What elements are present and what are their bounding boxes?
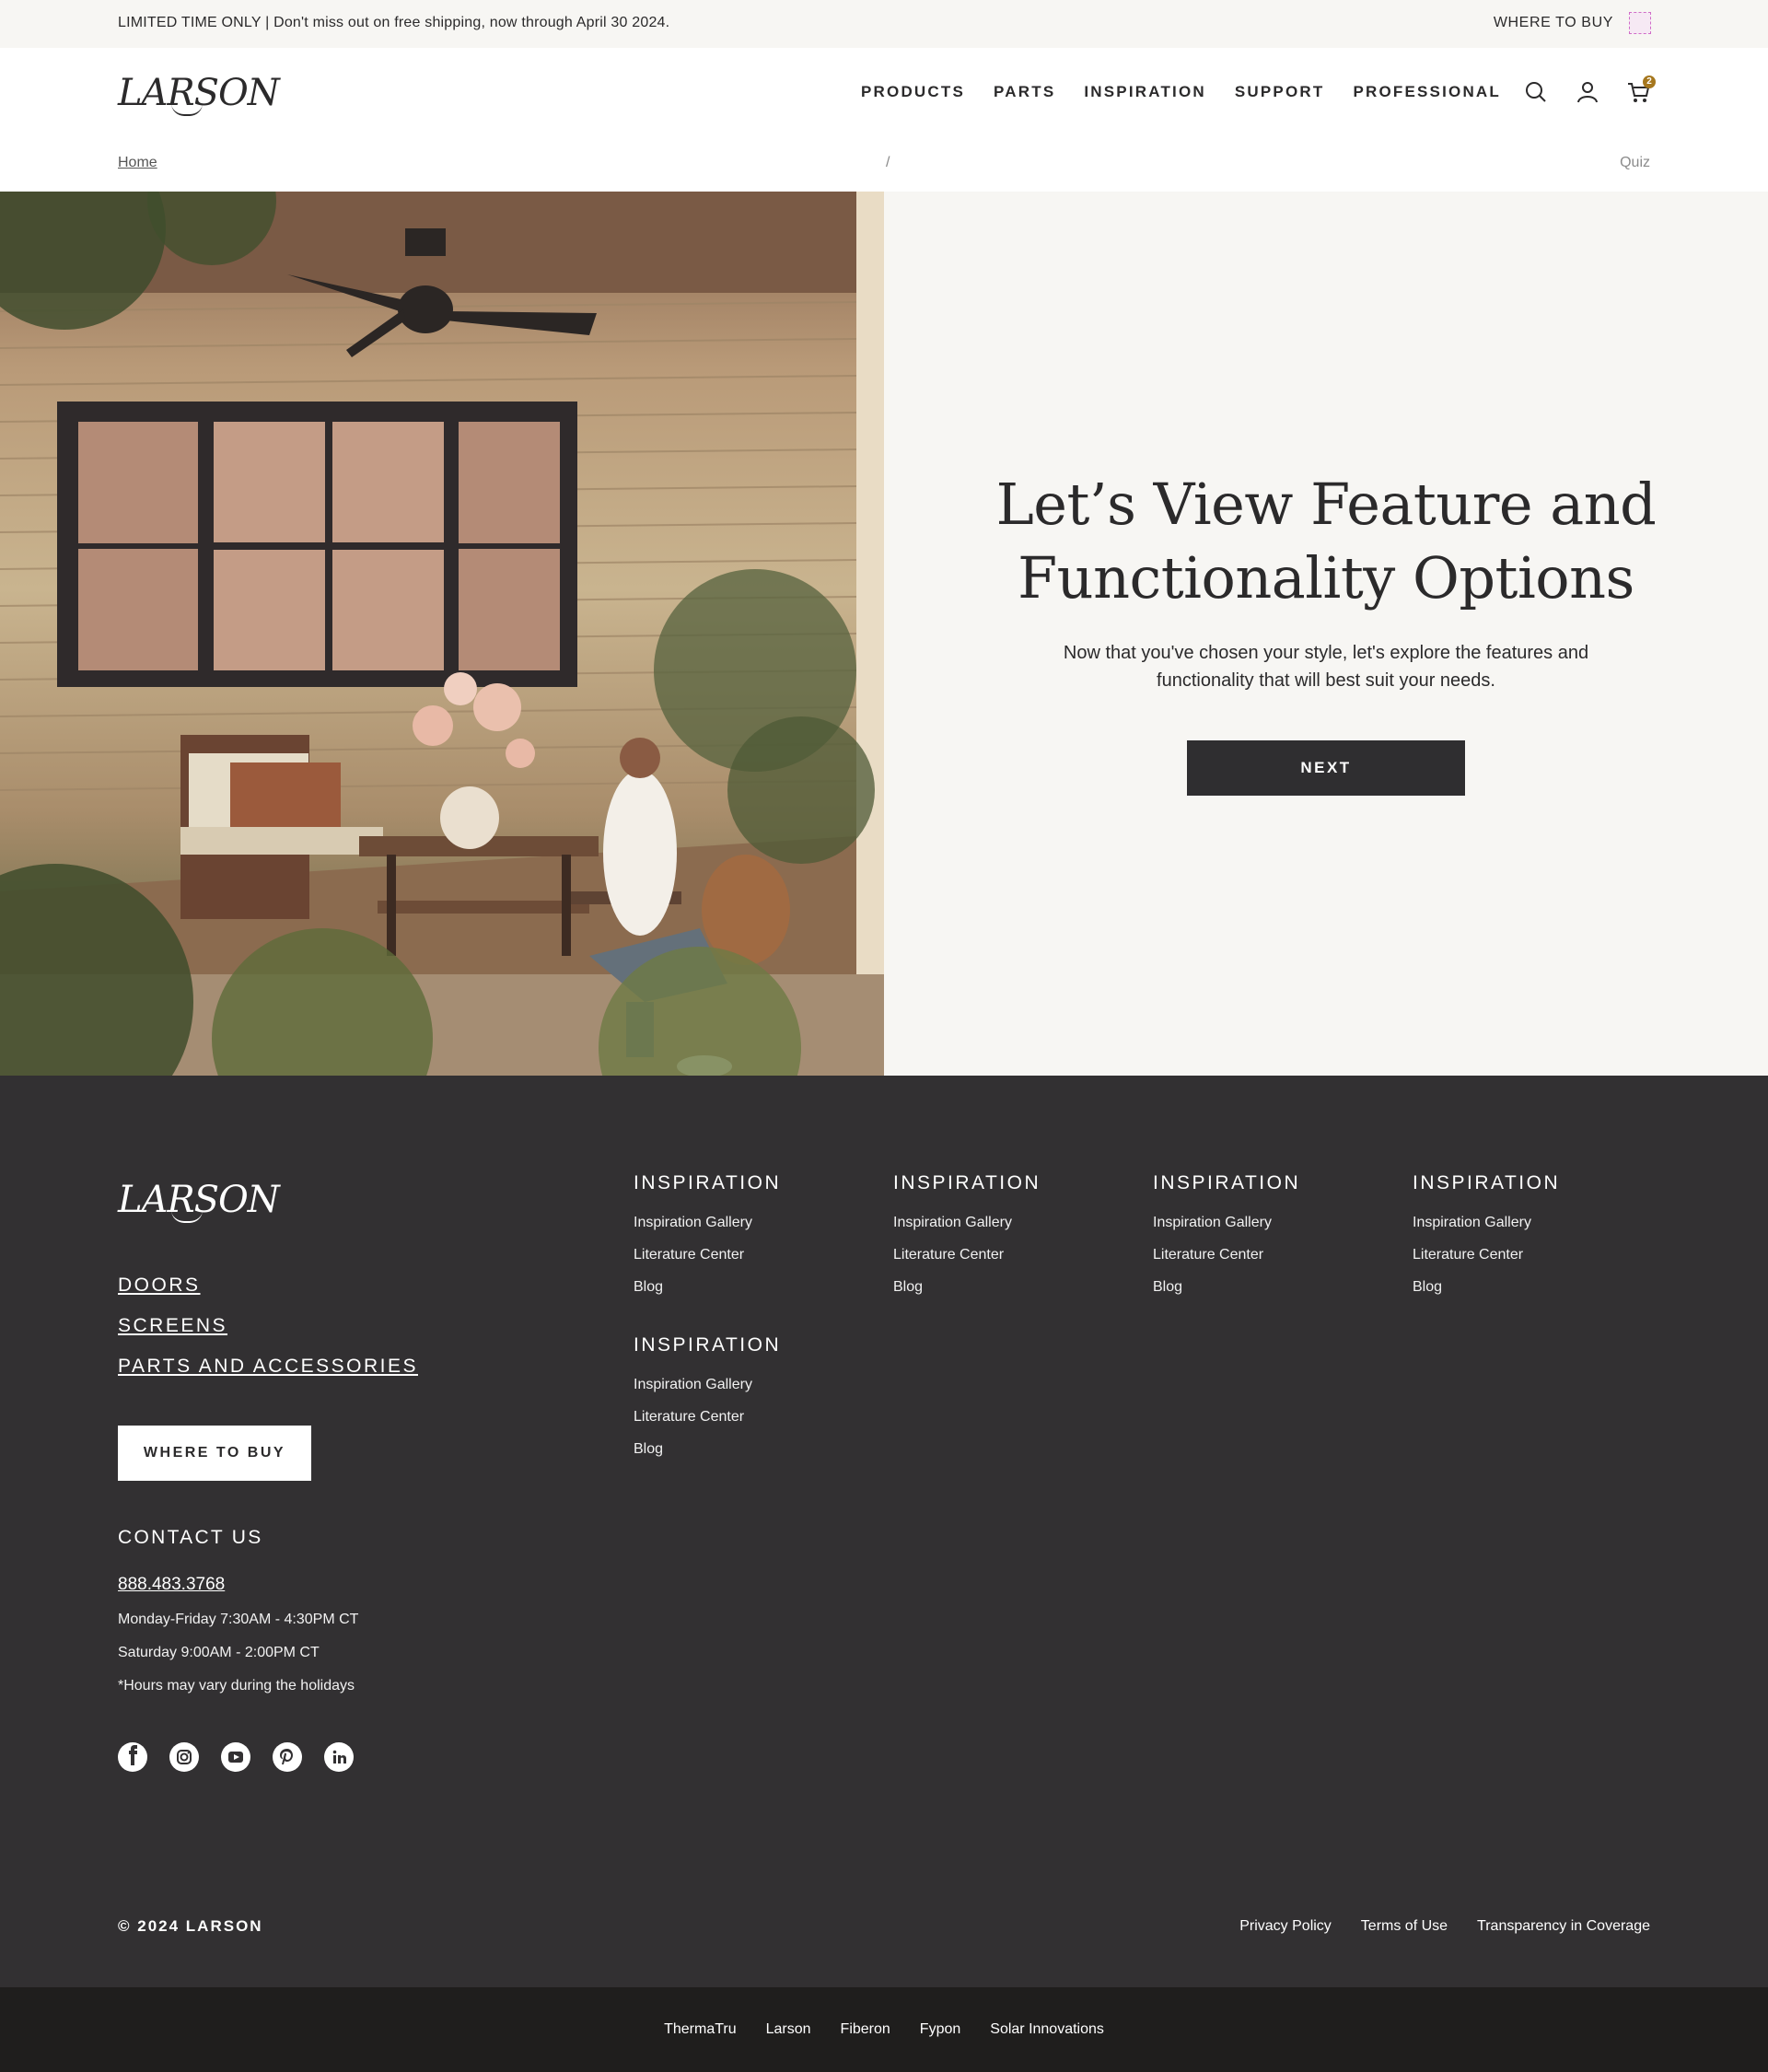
footer-where-to-buy-button[interactable]: WHERE TO BUY [118,1426,311,1481]
breadcrumb: Home / Quiz [0,140,1768,192]
brand-link-solar-innovations[interactable]: Solar Innovations [990,2021,1104,2038]
footer-column-heading: INSPIRATION [634,1172,782,1193]
search-icon[interactable] [1523,79,1549,105]
site-header: LARSON PRODUCTS PARTS INSPIRATION SUPPOR… [0,48,1768,140]
hours-weekday: Monday-Friday 7:30AM - 4:30PM CT [118,1612,359,1627]
privacy-policy-link[interactable]: Privacy Policy [1239,1918,1332,1935]
footer-column-heading: INSPIRATION [634,1334,782,1356]
larson-logo[interactable]: LARSON [118,72,280,116]
linkedin-icon[interactable] [324,1742,354,1772]
footer-link-literature-center[interactable]: Literature Center [1153,1247,1300,1263]
cart-count-badge: 2 [1643,76,1656,88]
footer-column-2: INSPIRATION Inspiration Gallery Literatu… [893,1172,1041,1311]
hours-note: *Hours may vary during the holidays [118,1678,355,1694]
social-links [118,1742,376,1772]
promo-where-to-buy-link[interactable]: WHERE TO BUY [1494,15,1613,31]
transparency-link[interactable]: Transparency in Coverage [1477,1918,1650,1935]
brand-link-thermatru[interactable]: ThermaTru [664,2021,737,2038]
pinterest-icon[interactable] [273,1742,302,1772]
hours-saturday: Saturday 9:00AM - 2:00PM CT [118,1645,320,1660]
promo-bar: LIMITED TIME ONLY | Don't miss out on fr… [0,0,1768,48]
footer-link-blog[interactable]: Blog [1413,1279,1560,1296]
footer-link-literature-center[interactable]: Literature Center [634,1409,781,1426]
footer-link-blog[interactable]: Blog [634,1441,781,1458]
footer-link-blog[interactable]: Blog [1153,1279,1300,1296]
main-nav: PRODUCTS PARTS INSPIRATION SUPPORT PROFE… [861,83,1501,101]
footer-link-literature-center[interactable]: Literature Center [893,1247,1041,1263]
hero-title: Let’s View Feature and Functionality Opt… [884,468,1768,615]
footer-column-heading: INSPIRATION [893,1172,1041,1193]
hero-subtitle: Now that you've chosen your style, let's… [1063,643,1589,691]
brand-bar: ThermaTru Larson Fiberon Fypon Solar Inn… [0,1987,1768,2072]
footer-column-3: INSPIRATION Inspiration Gallery Literatu… [1153,1172,1300,1311]
breadcrumb-separator: / [886,155,890,170]
nav-professional[interactable]: PROFESSIONAL [1353,83,1501,101]
footer-link-inspiration-gallery[interactable]: Inspiration Gallery [634,1215,781,1231]
hero-title-line-2: Functionality Options [1018,544,1634,611]
footer-link-inspiration-gallery[interactable]: Inspiration Gallery [893,1215,1041,1231]
terms-of-use-link[interactable]: Terms of Use [1361,1918,1448,1935]
brand-link-larson[interactable]: Larson [766,2021,811,2038]
breadcrumb-home[interactable]: Home [118,155,157,171]
nav-parts[interactable]: PARTS [994,83,1055,101]
brand-link-fiberon[interactable]: Fiberon [841,2021,890,2038]
facebook-icon[interactable] [118,1742,147,1772]
footer-column-5: INSPIRATION Inspiration Gallery Literatu… [634,1334,781,1473]
nav-support[interactable]: SUPPORT [1235,83,1325,101]
copyright: © 2024 LARSON [118,1917,263,1935]
cart-icon[interactable]: 2 [1626,76,1656,105]
region-flag-icon[interactable] [1629,12,1651,34]
contact-phone[interactable]: 888.483.3768 [118,1575,225,1595]
brand-link-fypon[interactable]: Fypon [920,2021,960,2038]
footer-link-inspiration-gallery[interactable]: Inspiration Gallery [634,1377,781,1393]
footer-link-literature-center[interactable]: Literature Center [1413,1247,1560,1263]
youtube-icon[interactable] [221,1742,250,1772]
footer-link-inspiration-gallery[interactable]: Inspiration Gallery [1413,1215,1560,1231]
footer-link-parts-accessories[interactable]: PARTS AND ACCESSORIES [118,1356,418,1378]
nav-inspiration[interactable]: INSPIRATION [1084,83,1206,101]
footer-link-blog[interactable]: Blog [634,1279,781,1296]
footer-link-screens[interactable]: SCREENS [118,1315,227,1337]
footer-column-heading: INSPIRATION [1153,1172,1301,1193]
next-button[interactable]: NEXT [1187,740,1465,796]
hero-photo [0,192,884,1076]
contact-heading: CONTACT US [118,1527,263,1548]
legal-links: Privacy Policy Terms of Use Transparency… [1210,1918,1650,1935]
hero-section: Let’s View Feature and Functionality Opt… [0,192,1768,1076]
promo-message: LIMITED TIME ONLY | Don't miss out on fr… [118,15,670,30]
footer-column-heading: INSPIRATION [1413,1172,1561,1193]
footer-column-4: INSPIRATION Inspiration Gallery Literatu… [1413,1172,1560,1311]
footer-link-literature-center[interactable]: Literature Center [634,1247,781,1263]
footer-column-1: INSPIRATION Inspiration Gallery Literatu… [634,1172,781,1311]
instagram-icon[interactable] [169,1742,199,1772]
account-icon[interactable] [1575,79,1600,105]
site-footer: LARSON DOORS SCREENS PARTS AND ACCESSORI… [0,1076,1768,1987]
footer-link-blog[interactable]: Blog [893,1279,1041,1296]
footer-link-inspiration-gallery[interactable]: Inspiration Gallery [1153,1215,1300,1231]
footer-link-doors[interactable]: DOORS [118,1275,201,1297]
hero-copy: Let’s View Feature and Functionality Opt… [884,192,1768,1076]
nav-products[interactable]: PRODUCTS [861,83,965,101]
hero-title-line-1: Let’s View Feature and [995,471,1657,538]
footer-logo[interactable]: LARSON [118,1179,280,1223]
breadcrumb-current: Quiz [1620,155,1650,170]
